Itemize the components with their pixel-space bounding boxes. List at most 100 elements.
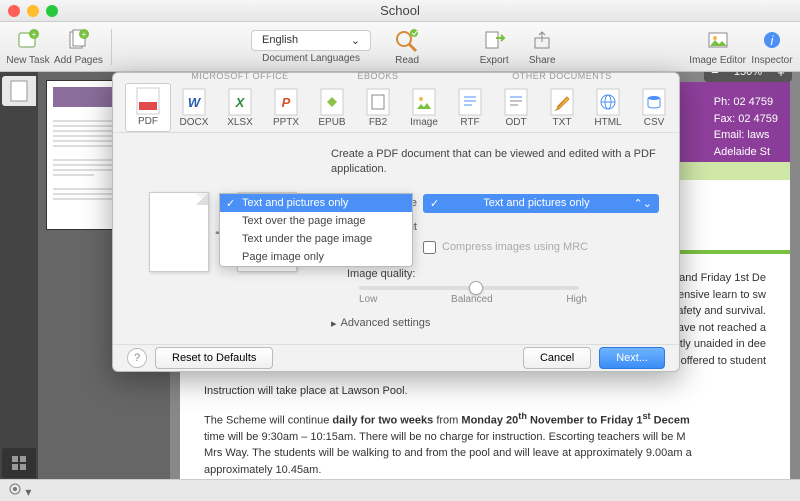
group-ebooks-label: EBOOKS xyxy=(357,71,398,81)
inspector-button[interactable]: i Inspector xyxy=(750,27,794,66)
dropdown-option[interactable]: Text over the page image xyxy=(220,212,412,230)
contact-email: Email: laws xyxy=(714,127,778,144)
zoom-in-button[interactable]: + xyxy=(770,72,792,82)
format-xlsx[interactable]: XXLSX xyxy=(217,85,263,132)
share-icon xyxy=(529,27,555,53)
image-editor-button[interactable]: Image Editor xyxy=(689,27,746,66)
contact-phone: Ph: 02 4759 xyxy=(714,94,778,111)
export-icon xyxy=(481,27,507,53)
svg-text:X: X xyxy=(235,95,246,110)
separator xyxy=(111,29,112,65)
format-txt[interactable]: TXT xyxy=(539,85,585,132)
language-value: English xyxy=(262,34,298,46)
format-bar: . PDF MICROSOFT OFFICE WDOCX XXLSX PPPTX… xyxy=(113,73,679,133)
read-label: Read xyxy=(395,55,419,66)
pdf-icon xyxy=(136,88,160,114)
body-line-2: The Scheme will continue daily for two w… xyxy=(204,410,766,429)
export-options: Create a PDF document that can be viewed… xyxy=(331,147,659,330)
group-office-label: MICROSOFT OFFICE xyxy=(191,71,288,81)
window-title: School xyxy=(0,3,800,18)
new-task-icon: + xyxy=(15,27,41,53)
html-icon xyxy=(596,89,620,115)
disclosure-triangle-icon: ▸ xyxy=(331,317,337,330)
compress-label: Compress images using MRC xyxy=(442,241,588,253)
image-editor-icon xyxy=(705,27,731,53)
grid-tab[interactable] xyxy=(2,448,36,478)
fb2-icon xyxy=(366,89,390,115)
language-selector[interactable]: English⌄ Document Languages xyxy=(251,30,371,64)
format-pdf[interactable]: PDF xyxy=(125,83,171,132)
status-bar: ▾ xyxy=(0,479,800,501)
quality-slider[interactable] xyxy=(359,286,579,290)
format-image[interactable]: Image xyxy=(401,85,447,132)
dropdown-option[interactable]: Text under the page image xyxy=(220,230,412,248)
body-line-4: Mrs Way. The students will be walking to… xyxy=(204,445,766,462)
page-tab[interactable] xyxy=(2,76,36,106)
share-label: Share xyxy=(529,55,556,66)
image-editor-label: Image Editor xyxy=(689,55,746,66)
svg-text:P: P xyxy=(282,95,291,110)
odt-icon xyxy=(504,89,528,115)
body-line-5: approximately 10.45am. xyxy=(204,462,766,479)
inspector-icon: i xyxy=(759,27,785,53)
svg-text:+: + xyxy=(82,30,87,39)
dropdown-option[interactable]: Page image only xyxy=(220,248,412,266)
new-task-label: New Task xyxy=(6,55,49,66)
contact-addr: Adelaide St xyxy=(714,144,778,161)
titlebar: School xyxy=(0,0,800,22)
gear-icon[interactable]: ▾ xyxy=(8,482,31,499)
export-mode-select[interactable]: ✓ Text and pictures only⌃⌄ xyxy=(423,194,659,213)
format-html[interactable]: HTML xyxy=(585,85,631,132)
pptx-icon: P xyxy=(274,89,298,115)
format-epub[interactable]: EPUB xyxy=(309,85,355,132)
chevron-updown-icon: ⌃⌄ xyxy=(634,197,652,210)
new-task-button[interactable]: + New Task xyxy=(6,27,50,66)
compress-checkbox-row[interactable]: Compress images using MRC xyxy=(423,241,659,254)
txt-icon xyxy=(550,89,574,115)
export-description: Create a PDF document that can be viewed… xyxy=(331,147,659,178)
chevron-down-icon: ⌄ xyxy=(351,34,360,47)
export-button[interactable]: Export xyxy=(472,27,516,66)
contact-fax: Fax: 02 4759 xyxy=(714,111,778,128)
format-fb2[interactable]: FB2 xyxy=(355,85,401,132)
image-icon xyxy=(412,89,436,115)
cancel-button[interactable]: Cancel xyxy=(523,347,591,369)
read-icon xyxy=(394,27,420,53)
add-pages-label: Add Pages xyxy=(54,55,103,66)
share-button[interactable]: Share xyxy=(520,27,564,66)
body-line-3: time will be 9:30am – 10:15am. There wil… xyxy=(204,429,766,446)
format-docx[interactable]: WDOCX xyxy=(171,85,217,132)
svg-text:+: + xyxy=(32,30,37,39)
zoom-control: − 150% + xyxy=(704,72,792,82)
next-button[interactable]: Next... xyxy=(599,347,665,369)
slider-knob[interactable] xyxy=(469,281,483,295)
export-dialog: . PDF MICROSOFT OFFICE WDOCX XXLSX PPPTX… xyxy=(112,72,680,372)
export-mode-dropdown: Text and pictures only Text over the pag… xyxy=(219,193,413,267)
group-other-label: OTHER DOCUMENTS xyxy=(512,71,612,81)
quality-label: Image quality: xyxy=(347,268,659,280)
rtf-icon xyxy=(458,89,482,115)
reset-defaults-button[interactable]: Reset to Defaults xyxy=(155,347,273,369)
zoom-out-button[interactable]: − xyxy=(704,72,726,82)
format-rtf[interactable]: RTF xyxy=(447,85,493,132)
add-pages-icon: + xyxy=(65,27,91,53)
advanced-settings-toggle[interactable]: ▸Advanced settings xyxy=(331,317,659,330)
dropdown-option[interactable]: Text and pictures only xyxy=(220,194,412,212)
format-csv[interactable]: CSV xyxy=(631,85,677,132)
zoom-value: 150% xyxy=(726,72,770,78)
read-button[interactable]: Read xyxy=(385,27,429,66)
export-label: Export xyxy=(480,55,509,66)
body-line-1: Instruction will take place at Lawson Po… xyxy=(204,383,766,400)
format-odt[interactable]: ODT xyxy=(493,85,539,132)
main-toolbar: + New Task + Add Pages English⌄ Document… xyxy=(0,22,800,72)
epub-icon xyxy=(320,89,344,115)
format-pptx[interactable]: PPPTX xyxy=(263,85,309,132)
svg-text:W: W xyxy=(188,95,202,110)
help-button[interactable]: ? xyxy=(127,348,147,368)
inspector-label: Inspector xyxy=(751,55,792,66)
add-pages-button[interactable]: + Add Pages xyxy=(54,27,103,66)
compress-checkbox[interactable] xyxy=(423,241,436,254)
xlsx-icon: X xyxy=(228,89,252,115)
docx-icon: W xyxy=(182,89,206,115)
tab-strip xyxy=(0,72,38,501)
